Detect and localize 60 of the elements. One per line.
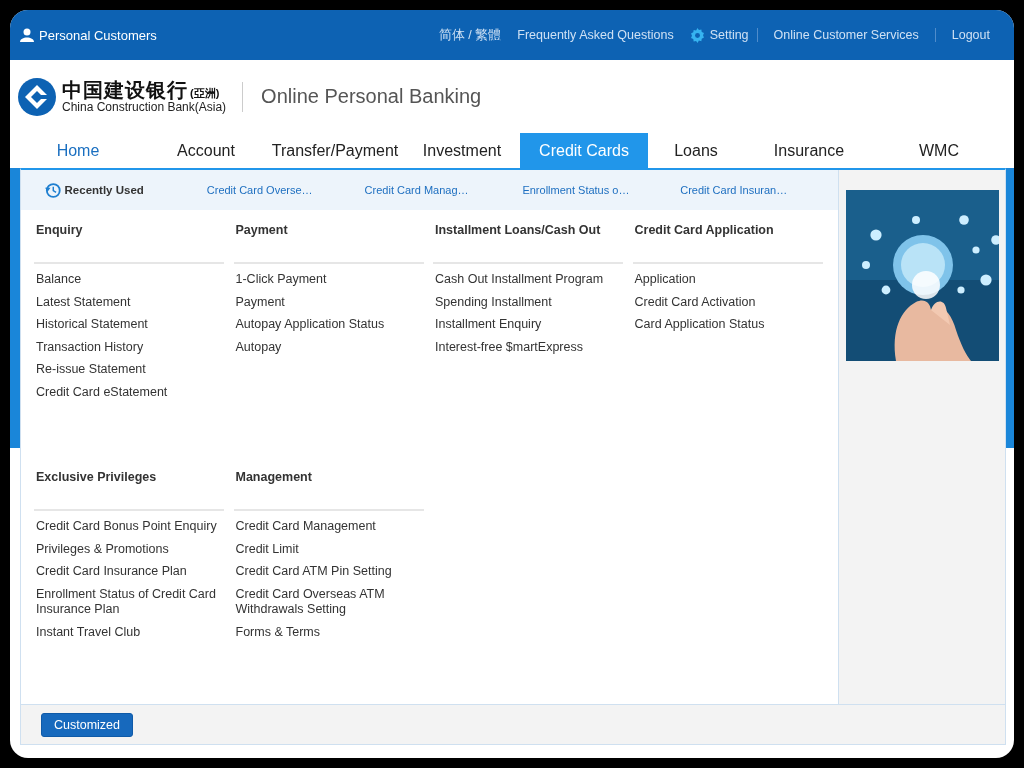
menu-link[interactable]: Payment [235,294,422,310]
menu-heading: Credit Card Application [632,223,823,264]
menu-link[interactable]: Credit Card Overseas ATM Withdrawals Setting [235,586,422,618]
menu-link[interactable]: Autopay [235,339,422,355]
recent-link[interactable]: Enrollment Status o… [522,184,681,196]
menu-heading: Management [233,470,424,511]
menu-link[interactable]: Credit Card ATM Pin Setting [235,564,422,580]
menu-link[interactable]: Card Application Status [634,317,821,333]
menu-link[interactable]: Interest-free $martExpress [435,339,621,355]
person-icon [20,28,34,42]
menu-link[interactable]: Privileges & Promotions [36,541,222,557]
settings-icon [689,27,705,43]
nav-tab[interactable]: WMC [874,133,1004,168]
menu-link[interactable]: Application [634,272,821,288]
recently-used-label: Recently Used [64,184,145,196]
top-link[interactable]: 简体 / 繁體 [430,28,510,42]
nav-tab[interactable]: Transfer/Payment [266,133,404,168]
top-link[interactable]: Setting [681,27,757,43]
nav-tab[interactable]: Account [146,133,266,168]
bank-name-chinese: 中国建设银行 [62,79,188,101]
menu-link[interactable]: Credit Card Insurance Plan [36,564,222,580]
nav-tab[interactable]: Loans [648,133,744,168]
menu-link[interactable]: Credit Card Activation [634,294,821,310]
menu-link[interactable]: Credit Limit [235,541,422,557]
menu-link[interactable]: Enrollment Status of Credit Card Insurance Plan [36,586,222,618]
menu-link[interactable]: Credit Card Bonus Point Enquiry [36,519,222,535]
menu-link[interactable]: 1-Click Payment [235,272,422,288]
bank-logo-icon [18,77,56,116]
menu-link[interactable]: Credit Card Management [235,519,422,535]
history-icon [45,181,62,199]
recent-link[interactable]: Credit Card Manag… [364,184,523,196]
nav-tab[interactable]: Insurance [744,133,874,168]
section-label: Personal Customers [39,27,157,43]
menu-link[interactable]: Credit Card eStatement [36,384,222,400]
menu-link[interactable]: Re-issue Statement [36,362,222,378]
menu-link[interactable]: Forms & Terms [235,624,422,640]
menu-heading: Installment Loans/Cash Out [433,223,623,264]
site-title: Online Personal Banking [261,85,482,108]
menu-link[interactable]: Historical Statement [36,317,222,333]
menu-link[interactable]: Installment Enquiry [435,317,621,333]
menu-heading: Exclusive Privileges [34,470,224,511]
nav-tab[interactable]: Home [10,133,146,168]
top-link[interactable]: Logout [934,28,1006,42]
menu-link[interactable]: Spending Installment [435,294,621,310]
menu-link[interactable]: Autopay Application Status [235,317,422,333]
bank-name-english: China Construction Bank(Asia) [62,101,227,114]
top-link[interactable]: Online Customer Services [756,28,935,42]
menu-heading: Payment [233,223,424,264]
menu-link[interactable]: Balance [36,272,222,288]
menu-link[interactable]: Latest Statement [36,294,222,310]
menu-link[interactable]: Transaction History [36,339,222,355]
menu-link[interactable]: Cash Out Installment Program [435,272,621,288]
menu-link[interactable]: Instant Travel Club [36,624,222,640]
top-link[interactable]: Frequently Asked Questions [509,28,682,42]
customized-button[interactable]: Customized [41,712,133,737]
recent-link[interactable]: Credit Card Overse… [206,184,365,196]
bank-region-chinese: (亞洲) [190,86,220,101]
nav-tab[interactable]: Investment [404,133,520,168]
recent-link[interactable]: Credit Card Insuran… [680,184,839,196]
menu-heading: Enquiry [34,223,224,264]
